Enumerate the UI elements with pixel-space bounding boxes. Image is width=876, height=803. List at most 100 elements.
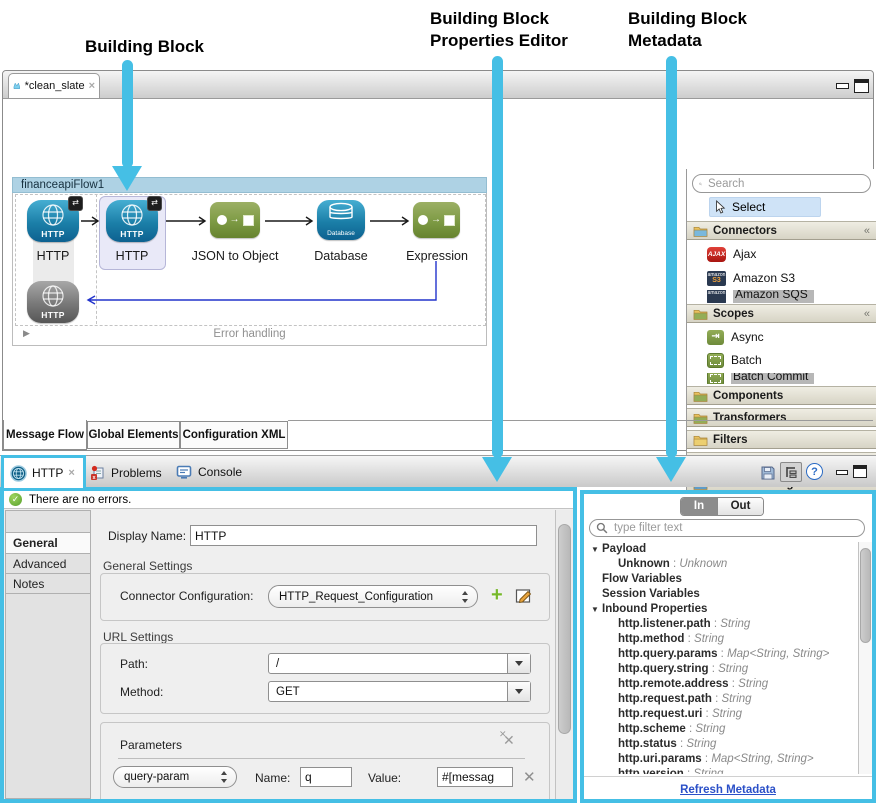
flow-title-bar[interactable]: financeapiFlow1: [12, 177, 487, 193]
path-combo[interactable]: /: [268, 653, 531, 674]
save-icon[interactable]: [759, 464, 776, 481]
collapse-icon[interactable]: «: [864, 308, 876, 320]
in-out-toggle[interactable]: In Out: [680, 497, 764, 516]
refresh-metadata-link[interactable]: Refresh Metadata: [584, 784, 872, 796]
transform-target-icon: [444, 215, 455, 226]
tree-item[interactable]: http.request.uri : String: [586, 707, 858, 722]
metadata-filter-input[interactable]: [612, 521, 858, 535]
tree-item[interactable]: http.uri.params : Map<String, String>: [586, 752, 858, 767]
nav-label: Advanced: [13, 557, 66, 571]
palette-item-amazon-s3[interactable]: amazonS3 Amazon S3: [687, 267, 876, 289]
tree-layout-icon[interactable]: [780, 462, 802, 482]
block-label: HTTP: [106, 249, 158, 263]
palette-section-transformers[interactable]: Transformers: [687, 408, 876, 427]
tree-item[interactable]: Unknown : Unknown: [586, 557, 858, 572]
window-minimize-icon[interactable]: [836, 83, 849, 89]
flow-block-expression[interactable]: →: [413, 202, 460, 238]
display-name-input[interactable]: [190, 525, 537, 546]
tab-problems[interactable]: x Problems: [90, 465, 162, 480]
tab-label: Console: [198, 465, 242, 479]
callout-arrowhead-building-block: [112, 166, 142, 191]
expand-caret-icon[interactable]: ▶: [23, 328, 30, 339]
palette-select-tool[interactable]: Select: [709, 197, 821, 217]
method-combo[interactable]: GET: [268, 681, 531, 702]
toggle-in[interactable]: In: [681, 498, 717, 515]
tab-console[interactable]: Console: [176, 465, 242, 479]
parameters-divider: [118, 758, 525, 759]
tree-item[interactable]: http.version : String: [586, 767, 858, 774]
param-name-input[interactable]: [300, 767, 352, 787]
tree-item[interactable]: http.request.path : String: [586, 692, 858, 707]
scrollbar-thumb[interactable]: [860, 548, 871, 643]
palette-section-scopes[interactable]: Scopes «: [687, 304, 876, 323]
panel-minimize-icon[interactable]: [836, 470, 848, 475]
general-settings-group: Connector Configuration: HTTP_Request_Co…: [100, 573, 550, 621]
palette-section-connectors[interactable]: Connectors «: [687, 221, 876, 240]
palette-item-batch[interactable]: Batch: [687, 349, 876, 371]
expanded-caret-icon[interactable]: ▼: [591, 542, 599, 557]
palette-item-amazon-sqs[interactable]: amazon ▼Amazon SQS: [687, 290, 876, 303]
tab-configuration-xml[interactable]: Configuration XML: [180, 421, 288, 449]
tab-close-icon[interactable]: ×: [89, 80, 95, 92]
palette-section-components[interactable]: Components: [687, 386, 876, 405]
flow-block-json-to-object[interactable]: →: [210, 202, 260, 238]
window-maximize-icon[interactable]: [854, 79, 869, 93]
callout-building-block: Building Block: [85, 36, 204, 58]
cursor-icon: [714, 200, 726, 214]
flow-block-database[interactable]: Database: [317, 200, 365, 240]
editor-tabbar: *clean_slate ×: [3, 71, 873, 99]
palette-item-batch-commit[interactable]: ▼Batch Commit: [687, 373, 876, 384]
tree-item[interactable]: http.method : String: [586, 632, 858, 647]
tree-item[interactable]: http.status : String: [586, 737, 858, 752]
add-config-icon[interactable]: +: [491, 587, 503, 603]
toggle-out[interactable]: Out: [717, 498, 763, 515]
tab-http-properties[interactable]: HTTP ×: [1, 455, 86, 491]
tree-item[interactable]: http.query.params : Map<String, String>: [586, 647, 858, 662]
param-value-input[interactable]: [437, 767, 513, 787]
tree-item[interactable]: http.scheme : String: [586, 722, 858, 737]
tab-close-icon[interactable]: ×: [68, 467, 74, 479]
remove-param-row-icon[interactable]: ✕: [523, 768, 536, 786]
edit-config-icon[interactable]: [515, 587, 533, 605]
palette-search-box[interactable]: [692, 174, 871, 193]
metadata-filter-box[interactable]: [589, 519, 865, 537]
nav-tab-general[interactable]: General: [5, 532, 91, 554]
help-icon[interactable]: ?: [806, 463, 823, 480]
tab-global-elements[interactable]: Global Elements: [87, 421, 180, 449]
tree-item[interactable]: Flow Variables: [586, 572, 858, 587]
section-label: Scopes: [713, 308, 859, 320]
palette-item-label: ▼Batch Commit: [731, 373, 814, 384]
tree-item[interactable]: http.remote.address : String: [586, 677, 858, 692]
tree-item[interactable]: Session Variables: [586, 587, 858, 602]
nav-tab-advanced[interactable]: Advanced: [5, 553, 91, 574]
panel-maximize-icon[interactable]: [853, 465, 867, 478]
connector-config-dropdown[interactable]: HTTP_Request_Configuration: [268, 585, 478, 608]
tab-message-flow[interactable]: Message Flow: [3, 420, 87, 450]
palette-item-async[interactable]: ⇥ Async: [687, 326, 876, 348]
tree-item[interactable]: ▼Inbound Properties: [586, 602, 858, 617]
param-type-dropdown[interactable]: query-param: [113, 766, 237, 788]
section-label: Transformers: [713, 412, 876, 424]
flow-block-http-selected[interactable]: HTTP ⇄: [106, 200, 158, 242]
metadata-scrollbar[interactable]: [858, 542, 872, 774]
nav-tab-notes[interactable]: Notes: [5, 573, 91, 594]
palette-search-input[interactable]: [706, 177, 864, 191]
error-handling-bar[interactable]: ▶ Error handling: [15, 324, 484, 343]
tree-item[interactable]: ▼Payload: [586, 542, 858, 557]
scrollbar-thumb[interactable]: [558, 524, 571, 734]
dropdown-arrow-icon[interactable]: [507, 654, 530, 673]
tree-item[interactable]: http.listener.path : String: [586, 617, 858, 632]
search-icon: [596, 522, 608, 534]
properties-scrollbar[interactable]: [555, 510, 573, 799]
flow-block-http-source[interactable]: HTTP ⇄: [27, 200, 79, 242]
remove-parameters-icon[interactable]: ✕ ✕: [499, 732, 517, 748]
tab-clean-slate[interactable]: *clean_slate ×: [8, 73, 100, 98]
database-icon: [317, 200, 365, 226]
collapse-icon[interactable]: «: [864, 225, 876, 237]
palette-section-filters[interactable]: Filters: [687, 430, 876, 449]
expanded-caret-icon[interactable]: ▼: [591, 602, 599, 617]
tree-item[interactable]: http.query.string : String: [586, 662, 858, 677]
flow-block-http-response[interactable]: HTTP: [27, 281, 79, 323]
palette-item-ajax[interactable]: AJAX Ajax: [687, 243, 876, 265]
dropdown-arrow-icon[interactable]: [507, 682, 530, 701]
